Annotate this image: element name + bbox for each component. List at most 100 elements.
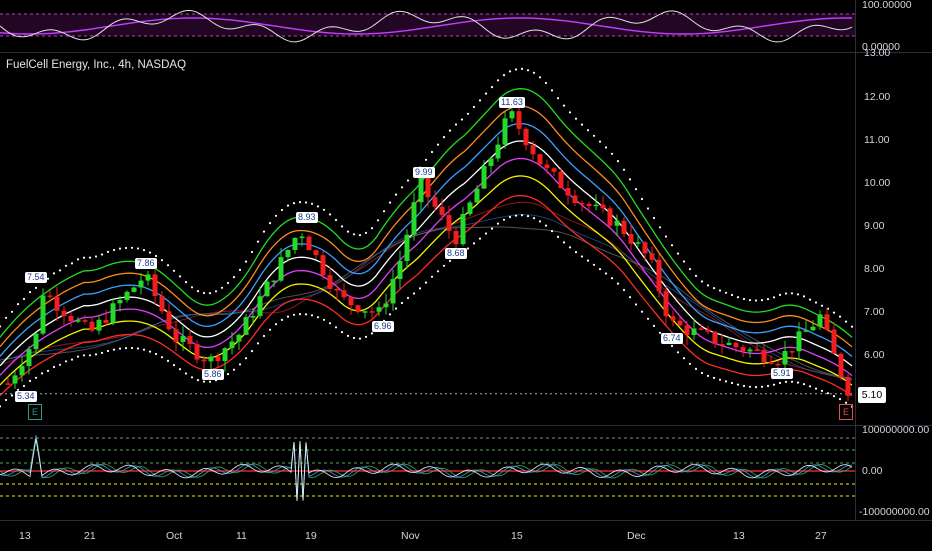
outer-band-dot (184, 281, 188, 284)
outer-band-dot (790, 292, 794, 295)
outer-band-dot (376, 219, 380, 222)
time-axis-label: 19 (305, 530, 317, 542)
outer-band-dot (316, 205, 320, 208)
outer-band-dot (358, 234, 362, 237)
outer-band-dot (280, 318, 284, 321)
time-axis[interactable]: 13 21 Oct 11 19 Nov 15 Dec 13 27 (0, 520, 932, 551)
outer-band-dot (598, 140, 602, 143)
price-axis[interactable]: 100.00000 0.00000 13.00 12.00 11.00 10.0… (855, 0, 932, 520)
candle-body (355, 305, 361, 312)
outer-band-dot (820, 389, 824, 392)
outer-band-dot (604, 272, 608, 275)
outer-band-dot (292, 313, 296, 316)
candle-body (747, 349, 753, 352)
outer-band-dot (298, 201, 302, 204)
outer-band-dot (274, 214, 278, 217)
outer-band-dot (706, 374, 710, 377)
price-label: 5.86 (202, 369, 224, 380)
outer-band-dot (580, 255, 584, 258)
outer-band-dot (754, 386, 758, 389)
outer-band-dot (418, 287, 422, 290)
outer-band-dot (544, 224, 548, 227)
candle-body (789, 351, 795, 353)
outer-band-dot (586, 259, 590, 262)
outer-band-dot (604, 146, 608, 149)
outer-band-dot (580, 123, 584, 126)
outer-band-dot (694, 367, 698, 370)
price-label: 5.91 (771, 368, 793, 379)
outer-band-dot (232, 276, 236, 279)
candle-body (453, 230, 459, 245)
candle-body (775, 363, 781, 366)
bottom-axis-label: 100000000.00 (862, 424, 930, 436)
candle-body (418, 177, 424, 203)
candle-body (187, 336, 193, 345)
candle-body (145, 274, 151, 281)
outer-band-dot (820, 304, 824, 307)
outer-band-dot (646, 207, 650, 210)
outer-band-dot (220, 286, 224, 289)
outer-band-dot (64, 264, 68, 267)
outer-band-dot (4, 398, 8, 402)
candle-body (236, 334, 242, 342)
outer-band-dot (634, 303, 638, 306)
outer-band-dot (406, 179, 410, 182)
outer-band-dot (676, 252, 680, 255)
price-axis-label: 12.00 (864, 91, 891, 103)
outer-band-dot (136, 247, 140, 250)
bottom-axis-label: -100000000.00 (859, 506, 930, 518)
candle-body (439, 206, 445, 216)
chart-root[interactable]: FuelCell Energy, Inc., 4h, NASDAQ 100.00… (0, 0, 932, 550)
earnings-marker[interactable]: E (839, 404, 853, 420)
candle-body (75, 320, 81, 322)
outer-band-dot (472, 242, 476, 245)
outer-band-dot (736, 296, 740, 299)
price-label: 9.99 (413, 167, 435, 178)
symbol-legend[interactable]: FuelCell Energy, Inc., 4h, NASDAQ (6, 59, 186, 71)
outer-band-dot (70, 262, 74, 265)
outer-band-dot (250, 350, 254, 353)
outer-band-dot (796, 381, 800, 384)
candle-body (810, 326, 816, 331)
candle-body (544, 164, 550, 169)
outer-band-dot (58, 363, 62, 366)
candle-body (460, 213, 466, 245)
outer-band-dot (238, 363, 242, 366)
bottom-oscillator-pane[interactable] (0, 426, 855, 520)
price-label: 7.86 (135, 258, 157, 269)
main-price-pane[interactable] (0, 53, 855, 425)
candle-body (320, 255, 326, 276)
outer-band-dot (358, 337, 362, 340)
candle-body (628, 233, 634, 244)
bottom-oscillator-svg (0, 434, 855, 501)
top-oscillator-pane[interactable] (0, 0, 855, 52)
outer-band-dot (826, 392, 830, 395)
outer-band-dot (82, 354, 86, 357)
candle-body (446, 215, 452, 231)
candle-body (537, 154, 543, 165)
outer-band-dot (52, 272, 56, 275)
candle-body (173, 329, 179, 342)
outer-band-dot (712, 287, 716, 290)
outer-band-dot (202, 380, 206, 383)
candle-body (40, 295, 46, 334)
outer-band-dot (4, 316, 8, 319)
outer-band-dot (766, 384, 770, 388)
candle-body (222, 348, 228, 362)
candle-body (243, 317, 249, 335)
candle-body (768, 361, 774, 364)
outer-band-dot (364, 335, 368, 338)
candle-body (516, 111, 522, 129)
candle-body (474, 188, 480, 203)
time-axis-label: 11 (236, 530, 247, 542)
top-oscillator-svg (0, 9, 855, 43)
candle-body (117, 300, 123, 304)
outer-band-dot (742, 297, 746, 301)
candle-body (726, 342, 732, 345)
candle-body (740, 347, 746, 352)
price-axis-label: 9.00 (864, 220, 885, 232)
earnings-marker[interactable]: E (28, 404, 42, 420)
candle-body (208, 356, 214, 362)
price-axis-label: 10.00 (864, 177, 891, 189)
outer-band-dot (640, 197, 644, 201)
